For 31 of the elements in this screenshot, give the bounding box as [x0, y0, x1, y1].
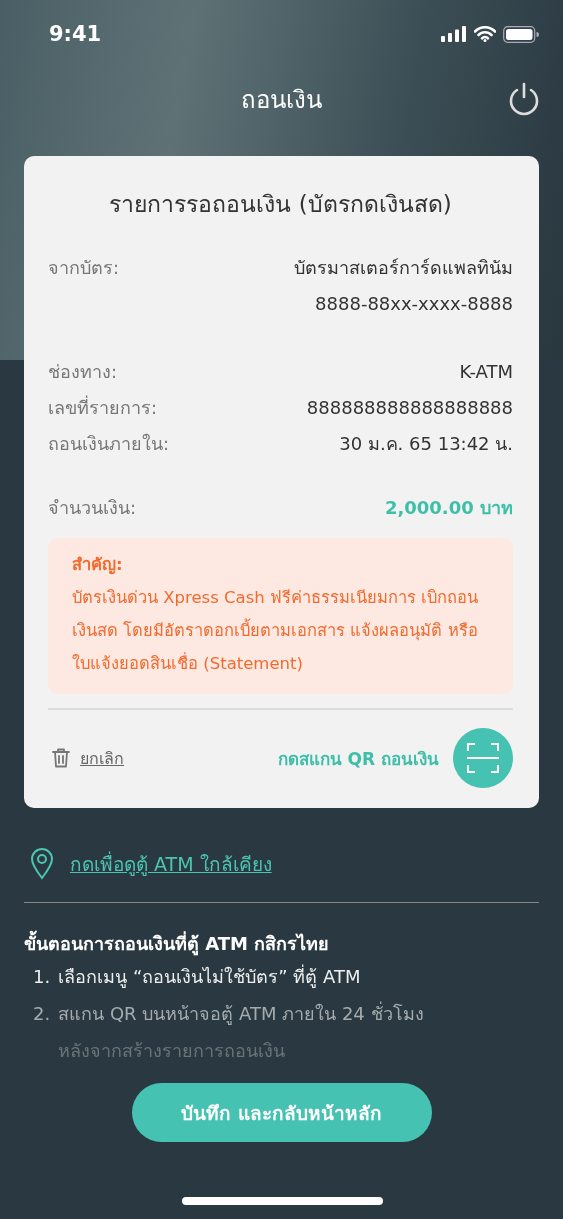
amount-value: 2,000.00 บาท: [384, 496, 513, 520]
notice-title: สำคัญ:: [72, 554, 124, 577]
step-text: เลือกเมนู “ถอนเงินไม่ใช้บัตร” ที่ตู้ ATM: [58, 963, 361, 990]
steps-title: ขั้นตอนการถอนเงินที่ตู้ ATM กสิกรไทย: [24, 929, 563, 958]
step-number: 2.: [33, 1002, 51, 1026]
detail-value: 8888-88xx-xxxx-8888: [315, 292, 513, 316]
detail-value: 888888888888888888: [306, 396, 513, 420]
detail-label: ช่องทาง:: [48, 360, 118, 384]
status-time: 9:41: [49, 22, 102, 46]
detail-label: จากบัตร:: [48, 256, 120, 280]
page-title: ถอนเงิน: [241, 84, 322, 116]
scan-icon: [467, 743, 499, 773]
cancel-link[interactable]: ยกเลิก: [80, 745, 124, 771]
step-text: หลังจากสร้างรายการถอนเงิน: [58, 1039, 287, 1063]
detail-label: ถอนเงินภายใน:: [48, 432, 170, 456]
location-pin-icon[interactable]: [30, 848, 54, 880]
detail-value: K-ATM: [459, 360, 513, 384]
amount-label: จำนวนเงิน:: [48, 496, 137, 520]
battery-icon: [503, 25, 539, 43]
detail-label: เลขที่รายการ:: [48, 394, 158, 420]
nearby-atm-link[interactable]: กดเพื่อดูตู้ ATM ใกล้เคียง: [70, 849, 272, 879]
detail-value: บัตรมาสเตอร์การ์ดแพลทินัม: [294, 256, 513, 280]
power-icon[interactable]: [508, 82, 540, 116]
card-title: รายการรอถอนเงิน (บัตรกดเงินสด): [108, 190, 453, 219]
signal-icon: [441, 26, 467, 42]
wifi-icon: [474, 26, 496, 42]
notice-text: บัตรเงินด่วน Xpress Cash ฟรีค่าธรรมเนียมการ เบิกถอน เงินสด โดยมีอัตราดอกเบี้ยตามเอกสาร แจ้งผลอนุมัติ หรือ ใบแจ้งยอดสินเชื่อ (Statement): [72, 587, 480, 675]
step-number: 1.: [33, 965, 51, 989]
detail-value: 30 ม.ค. 65 13:42 น.: [339, 432, 513, 456]
step-text: สแกน QR บนหน้าจอตู้ ATM ภายใน 24 ชั่วโมง: [58, 1000, 424, 1027]
trash-icon[interactable]: [52, 748, 70, 768]
